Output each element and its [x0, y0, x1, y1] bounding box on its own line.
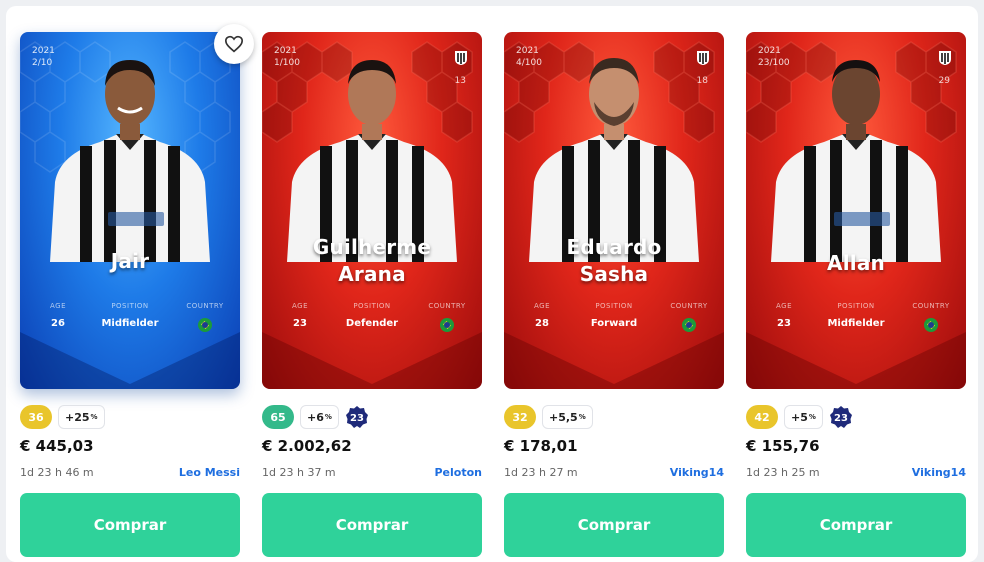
captain-badge-icon: 23 — [345, 406, 368, 428]
captain-badge-label: 23 — [834, 413, 848, 424]
buy-button[interactable]: Comprar — [504, 493, 724, 557]
position-label: POSITION — [837, 302, 875, 310]
age-value: 23 — [777, 318, 791, 329]
score-badge: 32 — [504, 405, 536, 429]
price: € 445,03 — [20, 437, 94, 455]
player-name-last: Arana — [338, 262, 406, 286]
bonus-unit: % — [90, 413, 98, 421]
bonus-badge: +5% — [784, 405, 823, 429]
time-remaining: 1d 23 h 37 m — [262, 466, 336, 479]
player-name-first: Eduardo — [566, 235, 662, 259]
bonus-unit: % — [578, 413, 586, 421]
position-value: Defender — [345, 318, 399, 329]
card-listing: 2021 2/10 8 Jair AGE POSITION COUNTRY 26 — [20, 32, 240, 557]
position-label: POSITION — [111, 302, 149, 310]
country-flag — [422, 318, 472, 332]
time-remaining: 1d 23 h 27 m — [504, 466, 578, 479]
bonus-value: +5,5 — [549, 410, 578, 424]
country-flag — [180, 318, 230, 332]
player-card[interactable]: 2021 1/100 13 Guilherme Arana AGE POSITI… — [262, 32, 482, 389]
captain-badge-icon: 23 — [829, 406, 852, 428]
age-label: AGE — [49, 302, 66, 310]
seller-link[interactable]: Leo Messi — [179, 466, 240, 479]
seller-link[interactable]: Viking14 — [912, 466, 966, 479]
player-card[interactable]: 2021 2/10 8 Jair AGE POSITION COUNTRY 26 — [20, 32, 240, 389]
card-badges: 36 +25% — [20, 404, 105, 430]
bonus-unit: % — [808, 413, 816, 421]
score-badge: 42 — [746, 405, 778, 429]
score-badge: 65 — [262, 405, 294, 429]
time-remaining: 1d 23 h 25 m — [746, 466, 820, 479]
card-badges: 65 +6% 23 — [262, 404, 369, 430]
country-label: COUNTRY — [428, 302, 466, 310]
bonus-value: +5 — [791, 410, 808, 424]
card-listing: 2021 1/100 13 Guilherme Arana AGE POSITI… — [262, 32, 482, 557]
captain-badge-label: 23 — [350, 413, 364, 424]
country-label: COUNTRY — [670, 302, 708, 310]
position-value: Midfielder — [101, 318, 159, 329]
card-listing: 2021 23/100 29 Allan AGE POSITION COUNTR… — [746, 32, 966, 557]
bonus-badge: +25% — [58, 405, 105, 429]
age-label: AGE — [291, 302, 308, 310]
age-value: 26 — [51, 318, 65, 329]
age-label: AGE — [533, 302, 550, 310]
player-photo — [529, 58, 699, 262]
brazil-flag-icon — [198, 318, 212, 332]
player-card[interactable]: 2021 4/100 18 Eduardo Sasha AGE POSITION… — [504, 32, 724, 389]
position-value: Midfielder — [827, 318, 885, 329]
card-badges: 32 +5,5% — [504, 404, 593, 430]
country-flag — [664, 318, 714, 332]
age-value: 23 — [293, 318, 307, 329]
brazil-flag-icon — [924, 318, 938, 332]
player-name-last: Sasha — [579, 262, 649, 286]
brazil-flag-icon — [682, 318, 696, 332]
player-name: Allan — [827, 251, 885, 275]
buy-button[interactable]: Comprar — [20, 493, 240, 557]
buy-button[interactable]: Comprar — [262, 493, 482, 557]
price: € 178,01 — [504, 437, 578, 455]
player-photo — [50, 60, 210, 262]
score-badge: 36 — [20, 405, 52, 429]
price: € 2.002,62 — [262, 437, 352, 455]
country-flag — [906, 318, 956, 332]
position-value: Forward — [590, 318, 638, 329]
heart-icon — [224, 35, 244, 53]
position-label: POSITION — [353, 302, 391, 310]
buy-button[interactable]: Comprar — [746, 493, 966, 557]
player-name: Jair — [110, 249, 150, 273]
country-label: COUNTRY — [186, 302, 224, 310]
bonus-unit: % — [324, 413, 332, 421]
player-card[interactable]: 2021 23/100 29 Allan AGE POSITION COUNTR… — [746, 32, 966, 389]
card-badges: 42 +5% 23 — [746, 404, 853, 430]
bonus-value: +6 — [307, 410, 324, 424]
player-photo — [771, 60, 941, 262]
time-remaining: 1d 23 h 46 m — [20, 466, 94, 479]
bonus-badge: +5,5% — [542, 405, 593, 429]
bonus-badge: +6% — [300, 405, 339, 429]
card-listing: 2021 4/100 18 Eduardo Sasha AGE POSITION… — [504, 32, 724, 557]
position-label: POSITION — [595, 302, 633, 310]
age-label: AGE — [775, 302, 792, 310]
bonus-value: +25 — [65, 410, 90, 424]
price: € 155,76 — [746, 437, 820, 455]
age-value: 28 — [535, 318, 549, 329]
country-label: COUNTRY — [912, 302, 950, 310]
player-name-first: Guilherme — [312, 235, 432, 259]
favorite-button[interactable] — [214, 24, 254, 64]
market-panel: 2021 2/10 8 Jair AGE POSITION COUNTRY 26 — [6, 6, 978, 562]
seller-link[interactable]: Viking14 — [670, 466, 724, 479]
player-photo — [287, 60, 457, 262]
seller-link[interactable]: Peloton — [435, 466, 483, 479]
brazil-flag-icon — [440, 318, 454, 332]
